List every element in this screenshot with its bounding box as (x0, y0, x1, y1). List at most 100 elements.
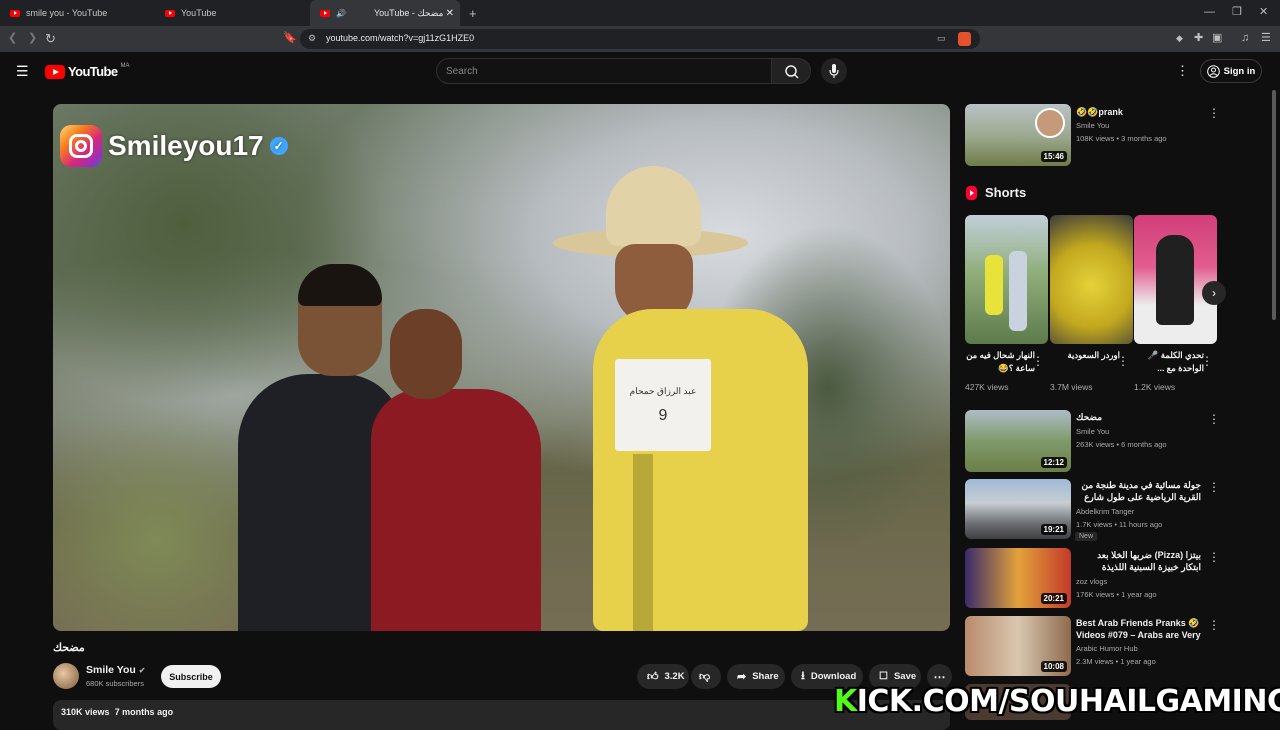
new-tab-icon[interactable]: + (469, 7, 477, 20)
more-options-icon[interactable]: ⋮ (1208, 551, 1220, 563)
duration-badge: 20:21 (1040, 593, 1067, 604)
page-scrollbar[interactable] (1272, 90, 1276, 320)
related-video-channel[interactable]: Smile You (1076, 121, 1109, 130)
related-video-channel[interactable]: Arabic Humor Hub (1076, 644, 1138, 653)
save-label: Save (893, 671, 917, 682)
tab-label: smile you - YouTube (26, 8, 108, 18)
short-thumbnail[interactable] (965, 215, 1048, 344)
youtube-favicon-icon (10, 9, 20, 17)
browser-tab-1[interactable]: smile you - YouTube (0, 0, 155, 26)
more-options-icon[interactable]: ⋮ (1208, 107, 1220, 119)
duration-badge: 12:12 (1040, 457, 1067, 468)
related-video-title[interactable]: بيتزا (Pizza) ضربها الخلا بعد ابتكار خبي… (1076, 549, 1201, 575)
watermark-handle: Smileyou17 (108, 130, 264, 161)
video-thumbnail[interactable]: 15:46 (965, 104, 1071, 166)
settings-more-icon[interactable]: ⋮ (1176, 64, 1189, 77)
tab-label: YouTube (181, 8, 217, 18)
short-views: 3.7M views (1050, 382, 1093, 392)
person-head (390, 309, 462, 399)
short-title[interactable]: اوردر السعودية (1050, 349, 1120, 362)
video-player[interactable]: عبد الرزاق حمحام 9 (53, 104, 950, 631)
site-info-icon[interactable]: ⚙ (308, 34, 316, 43)
share-label: Share (752, 671, 779, 682)
channel-avatar[interactable] (53, 663, 79, 689)
upload-age: 7 months ago (114, 707, 174, 717)
download-icon: ⭳ (801, 670, 805, 682)
duration-badge: 19:21 (1040, 524, 1067, 535)
maximize-icon[interactable]: ❐ (1232, 7, 1242, 18)
hamburger-menu-icon[interactable]: ☰ (16, 64, 29, 78)
wallet-icon[interactable]: ◆ (1176, 34, 1183, 43)
video-thumbnail[interactable]: 10:08 (965, 616, 1071, 676)
youtube-favicon-icon (165, 9, 175, 17)
browser-menu-icon[interactable]: ☰ (1261, 33, 1271, 44)
more-options-icon[interactable]: ⋮ (1201, 355, 1213, 367)
short-thumbnail[interactable] (1134, 215, 1217, 344)
search-button[interactable] (771, 58, 811, 84)
like-button[interactable]: 👍︎ 3.2K (637, 664, 689, 689)
youtube-favicon-icon (320, 9, 330, 17)
sign-in-button[interactable]: Sign in (1200, 59, 1262, 83)
verified-icon: ✓ (269, 137, 288, 155)
more-options-icon[interactable]: ⋮ (1117, 355, 1129, 367)
reload-icon[interactable]: ↻ (45, 32, 56, 45)
url-text[interactable]: youtube.com/watch?v=gj11zG1HZE0 (326, 33, 474, 43)
close-window-icon[interactable]: ✕ (1259, 7, 1268, 18)
logo-text: YouTube (68, 64, 118, 79)
media-icon[interactable]: ♫ (1241, 33, 1249, 44)
subscriber-count: 680K subscribers (86, 679, 144, 688)
instagram-watermark: Smileyou17 ✓ (60, 125, 288, 167)
browser-tab-2[interactable]: YouTube (155, 0, 310, 26)
extensions-icon[interactable]: ✚ (1194, 33, 1203, 44)
brave-shield-icon[interactable] (958, 32, 971, 46)
instagram-icon (60, 125, 102, 167)
shorts-label: Shorts (985, 185, 1027, 200)
browser-tab-active[interactable]: 🔊 YouTube - مضحك ✕ (310, 0, 460, 26)
short-title[interactable]: تحدي الكلمة 🎤 الواحدة مع ... (1134, 349, 1204, 375)
short-title[interactable]: النهار شحال فيه من ساعة ؟😂 (965, 349, 1035, 375)
related-video-channel[interactable]: Smile You (1076, 427, 1109, 436)
more-options-icon[interactable]: ⋮ (1208, 413, 1220, 425)
related-video-title[interactable]: Best Arab Friends Pranks 🤣 Videos #079 –… (1076, 617, 1201, 643)
related-video-title[interactable]: 🤣🤣prank (1076, 106, 1201, 118)
video-thumbnail[interactable]: 19:21 (965, 479, 1071, 539)
speaker-icon[interactable]: 🔊 (336, 9, 346, 18)
voice-search-button[interactable] (821, 58, 847, 84)
related-video-channel[interactable]: zoz vlogs (1076, 577, 1107, 586)
subscribe-button[interactable]: Subscribe (161, 665, 221, 688)
video-thumbnail[interactable]: 20:21 (965, 548, 1071, 608)
short-thumbnail[interactable] (1050, 215, 1133, 344)
description-box[interactable] (53, 700, 950, 730)
cast-icon[interactable]: ▭ (937, 34, 946, 43)
search-input[interactable] (446, 64, 746, 78)
sidebar-toggle-icon[interactable]: ▣ (1212, 33, 1222, 44)
youtube-play-icon (45, 64, 65, 79)
back-icon[interactable]: ❮ (8, 33, 17, 44)
browser-tab-strip: smile you - YouTube YouTube 🔊 YouTube - … (0, 0, 1280, 26)
microphone-icon (829, 64, 839, 78)
more-options-icon[interactable]: ⋮ (1208, 619, 1220, 631)
shorts-next-button[interactable]: › (1202, 281, 1226, 305)
video-thumbnail[interactable]: 12:12 (965, 410, 1071, 472)
person-red-jacket (371, 389, 541, 631)
bib-text: عبد الرزاق حمحام (629, 385, 697, 396)
bookmark-icon[interactable]: 🔖 (283, 33, 297, 44)
minimize-icon[interactable]: — (1204, 7, 1215, 18)
shorts-header: Shorts (966, 185, 1026, 200)
save-playlist-icon: ☐ (879, 671, 888, 682)
related-video-title[interactable]: مضحك (1076, 411, 1201, 423)
close-tab-icon[interactable]: ✕ (446, 8, 454, 19)
forward-icon[interactable]: ❯ (28, 33, 37, 44)
channel-name[interactable]: Smile You ✔ (86, 664, 145, 676)
related-video-meta: 2.3M views • 1 year ago (1076, 657, 1156, 666)
more-options-icon[interactable]: ⋮ (1208, 481, 1220, 493)
share-button[interactable]: ➦ Share (727, 664, 785, 689)
related-video-channel[interactable]: Abdelkrim Tanger (1076, 507, 1134, 516)
dislike-button[interactable]: 👎︎ (691, 664, 721, 689)
chevron-right-icon: › (1212, 286, 1216, 300)
youtube-logo[interactable]: YouTube MA (45, 63, 129, 79)
search-icon (785, 65, 799, 79)
related-video-meta: 176K views • 1 year ago (1076, 590, 1157, 599)
more-options-icon[interactable]: ⋮ (1032, 355, 1044, 367)
related-video-title[interactable]: جولة مسائية في مدينة طنجة من القرية الري… (1076, 479, 1201, 505)
